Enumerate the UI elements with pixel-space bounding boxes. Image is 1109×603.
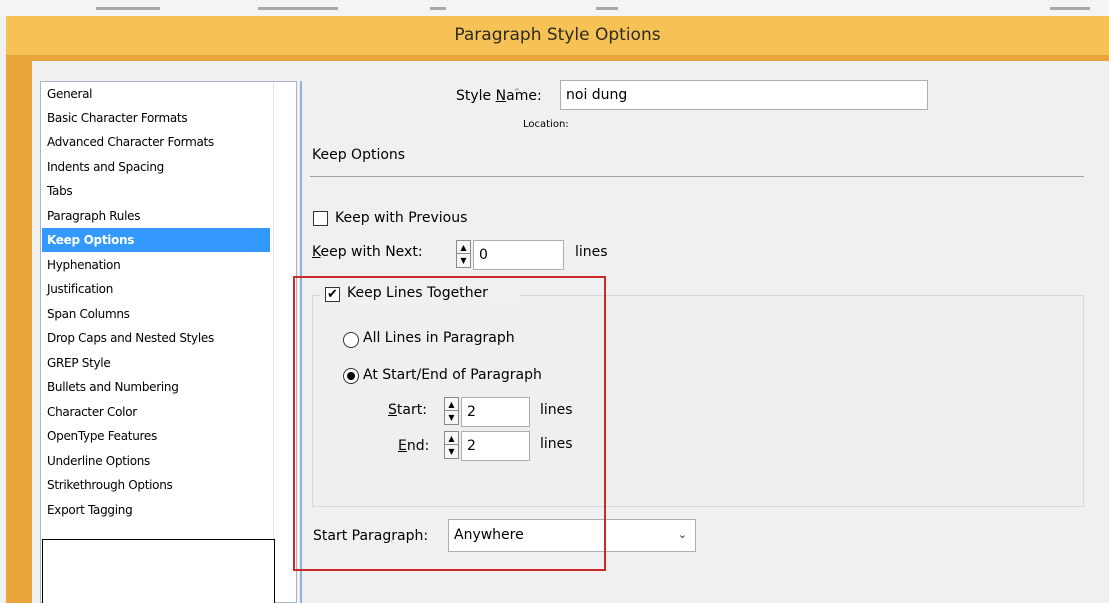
highlight-box xyxy=(293,276,606,571)
category-strikethrough-options[interactable]: Strikethrough Options xyxy=(42,473,270,497)
keep-with-previous-checkbox[interactable] xyxy=(313,211,328,226)
background-window-strip xyxy=(0,0,1109,16)
category-underline-options[interactable]: Underline Options xyxy=(42,449,270,473)
dialog-client: ⌃ General Basic Character Formats Advanc… xyxy=(32,61,1109,603)
category-opentype-features[interactable]: OpenType Features xyxy=(42,424,270,448)
section-divider xyxy=(310,176,1084,177)
category-list[interactable]: ⌃ General Basic Character Formats Advanc… xyxy=(40,81,522,603)
category-span-columns[interactable]: Span Columns xyxy=(42,302,270,326)
spin-up-icon[interactable]: ▲ xyxy=(457,241,470,254)
category-grep-style[interactable]: GREP Style xyxy=(42,351,270,375)
location-label: Location: xyxy=(523,119,569,130)
category-drop-caps-nested-styles[interactable]: Drop Caps and Nested Styles xyxy=(42,326,270,350)
category-advanced-character-formats[interactable]: Advanced Character Formats xyxy=(42,130,270,154)
dialog-window: Paragraph Style Options ⌃ General Basic … xyxy=(6,16,1109,603)
chevron-down-icon[interactable]: ⌄ xyxy=(678,520,687,550)
category-keep-options[interactable]: Keep Options xyxy=(42,228,270,252)
category-basic-character-formats[interactable]: Basic Character Formats xyxy=(42,106,270,130)
category-bullets-and-numbering[interactable]: Bullets and Numbering xyxy=(42,375,270,399)
category-paragraph-rules[interactable]: Paragraph Rules xyxy=(42,204,270,228)
style-name-input[interactable]: noi dung xyxy=(560,80,928,110)
category-general[interactable]: General xyxy=(42,82,270,106)
window-title: Paragraph Style Options xyxy=(454,25,661,45)
style-name-label: Style Name: xyxy=(456,88,542,104)
keep-with-next-spinner[interactable]: ▲ ▼ xyxy=(456,240,471,268)
keep-with-previous-label[interactable]: Keep with Previous xyxy=(335,210,467,226)
keep-with-next-unit: lines xyxy=(575,244,608,260)
category-justification[interactable]: Justification xyxy=(42,277,270,301)
category-scrollbar[interactable]: ⌃ xyxy=(273,82,522,603)
spin-down-icon[interactable]: ▼ xyxy=(457,254,470,267)
keep-with-next-input[interactable]: 0 xyxy=(473,240,564,270)
category-character-color[interactable]: Character Color xyxy=(42,400,270,424)
category-tabs[interactable]: Tabs xyxy=(42,179,270,203)
category-indents-and-spacing[interactable]: Indents and Spacing xyxy=(42,155,270,179)
keep-with-next-label: Keep with Next: xyxy=(312,244,423,260)
preview-box xyxy=(42,539,275,603)
section-title: Keep Options xyxy=(312,147,406,163)
category-hyphenation[interactable]: Hyphenation xyxy=(42,253,270,277)
category-export-tagging[interactable]: Export Tagging xyxy=(42,498,270,522)
title-bar[interactable]: Paragraph Style Options xyxy=(6,16,1109,56)
